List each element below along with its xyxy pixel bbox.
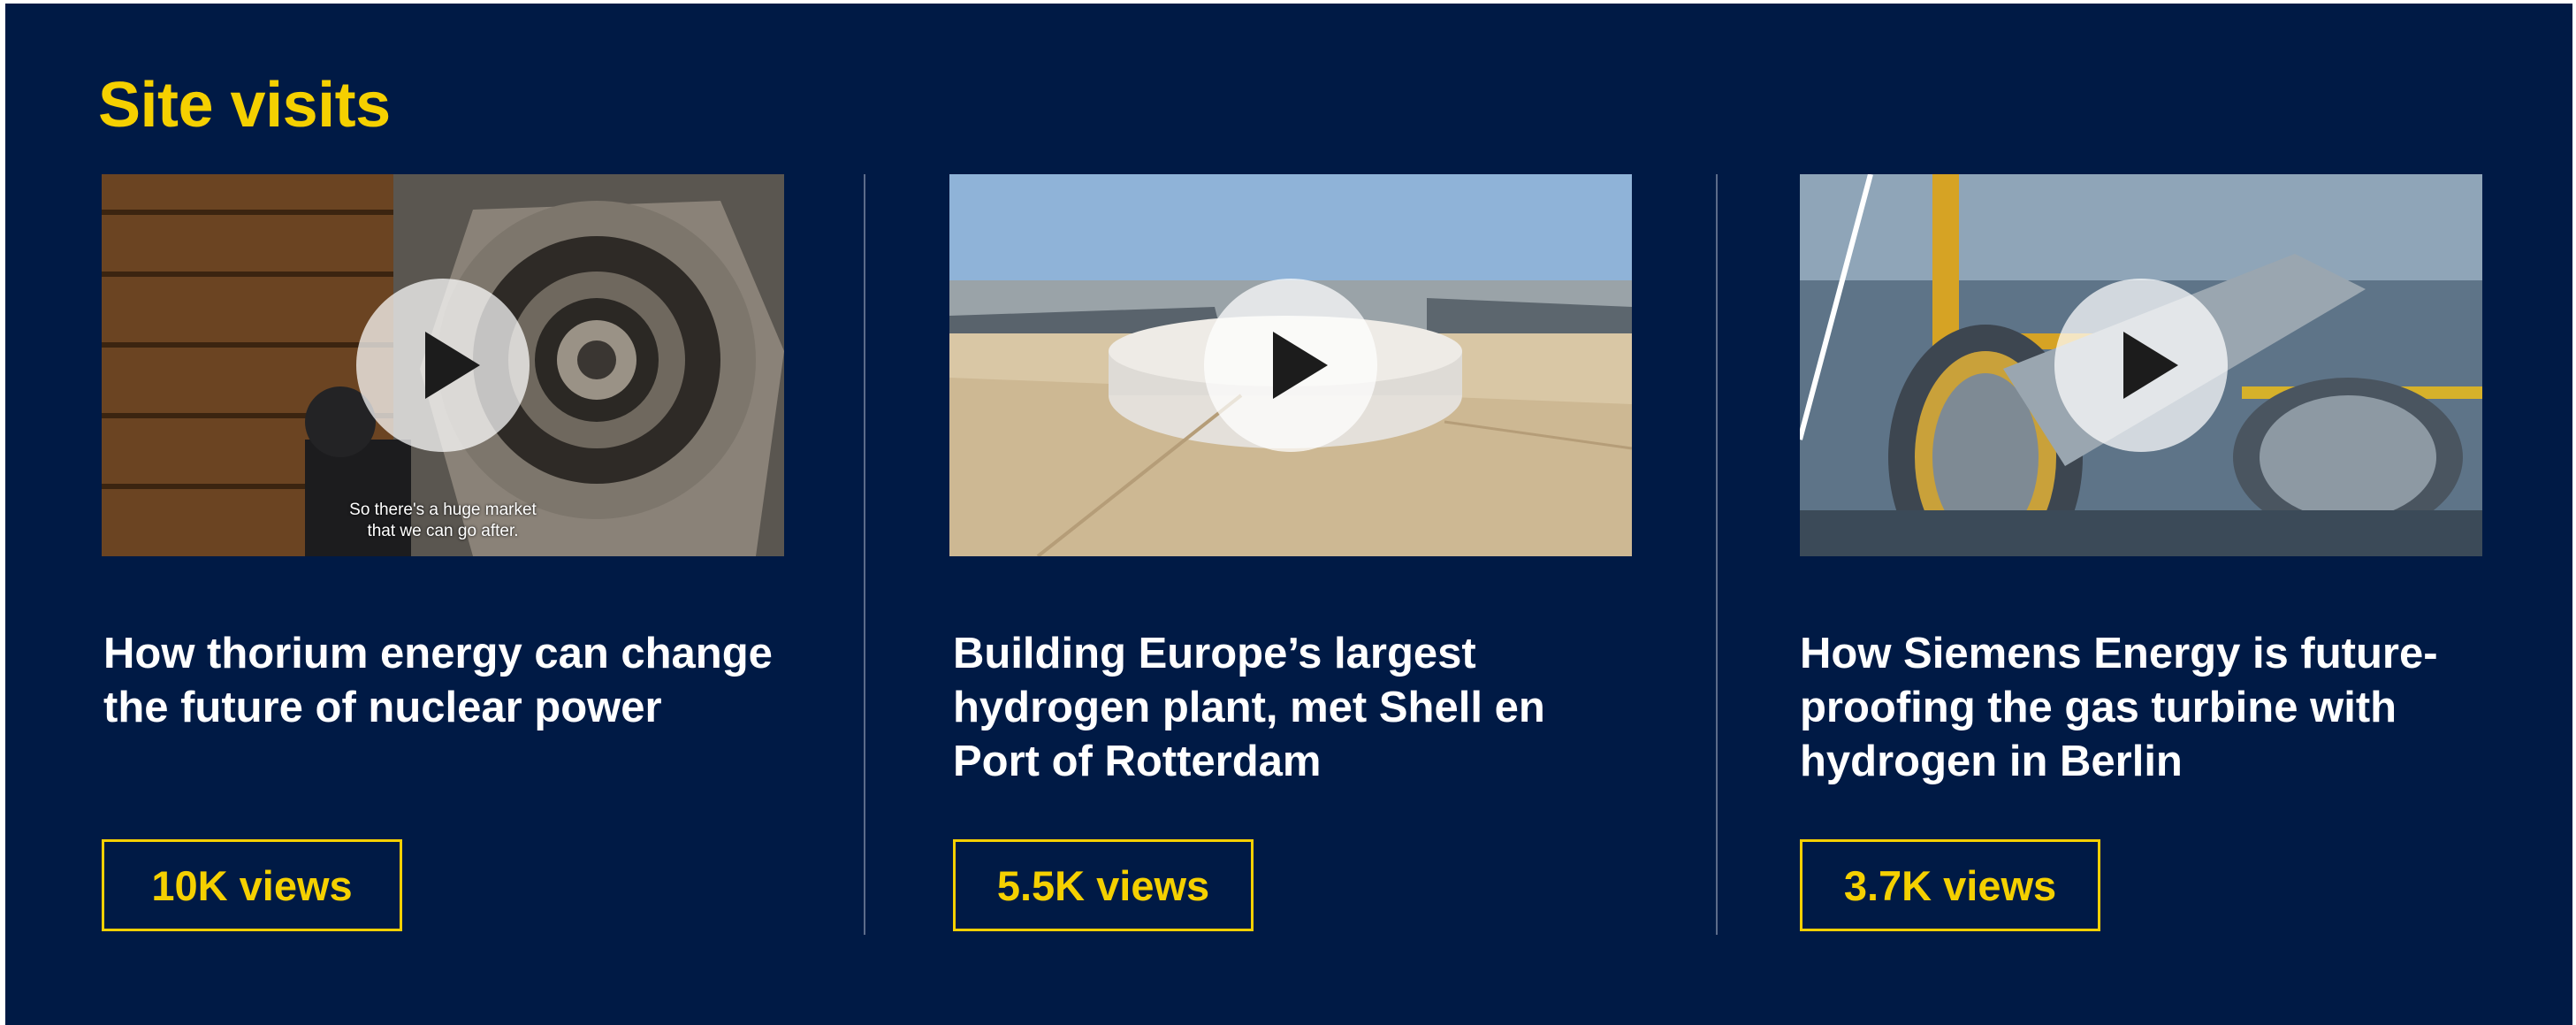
- video-thumbnail-3[interactable]: [1800, 174, 2482, 556]
- video-thumbnail-1[interactable]: So there's a huge market that we can go …: [102, 174, 784, 556]
- video-thumbnail-2[interactable]: [949, 174, 1632, 556]
- play-button-1[interactable]: [356, 279, 530, 452]
- site-visits-section: Site visits So there's a huge market tha…: [5, 4, 2572, 1025]
- thumbnail-caption: So there's a huge market that we can go …: [349, 501, 537, 540]
- play-icon: [2123, 332, 2178, 399]
- column-divider: [1716, 174, 1718, 935]
- play-button-3[interactable]: [2054, 279, 2228, 452]
- video-card-3: How Siemens Energy is future-proofing th…: [1800, 174, 2489, 931]
- play-icon: [1273, 332, 1328, 399]
- video-title-3[interactable]: How Siemens Energy is future-proofing th…: [1800, 627, 2489, 789]
- play-icon: [425, 332, 480, 399]
- views-badge-1: 10K views: [102, 839, 402, 931]
- video-card-1: So there's a huge market that we can go …: [102, 174, 791, 931]
- video-card-2: Building Europe’s largest hydrogen plant…: [949, 174, 1639, 931]
- views-badge-2: 5.5K views: [953, 839, 1254, 931]
- video-title-2[interactable]: Building Europe’s largest hydrogen plant…: [953, 627, 1642, 789]
- video-title-1[interactable]: How thorium energy can change the future…: [103, 627, 793, 735]
- views-badge-3: 3.7K views: [1800, 839, 2100, 931]
- column-divider: [864, 174, 865, 935]
- play-button-2[interactable]: [1204, 279, 1377, 452]
- section-title: Site visits: [98, 70, 391, 141]
